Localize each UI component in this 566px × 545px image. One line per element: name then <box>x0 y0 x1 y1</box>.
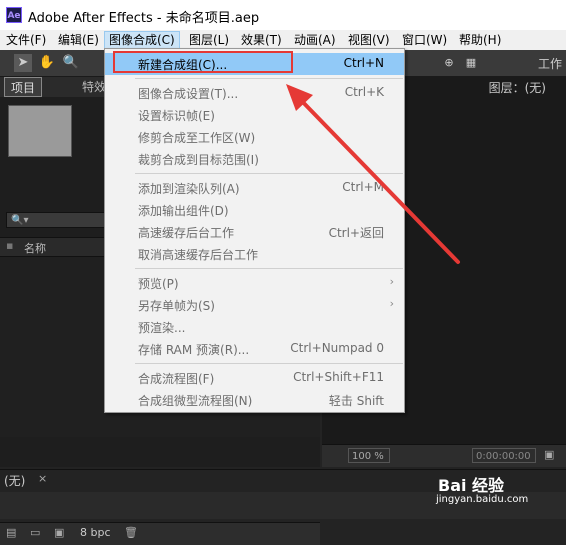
project-footer: ▤ ▭ ▣ 8 bpc 🗑 <box>0 522 320 545</box>
new-folder-icon[interactable]: ▭ <box>30 526 40 539</box>
bit-depth-label[interactable]: 8 bpc <box>80 526 111 539</box>
trash-icon[interactable]: 🗑 <box>124 526 138 539</box>
interpret-footage-icon[interactable]: ▤ <box>6 526 16 539</box>
annotation-arrow-icon <box>286 84 460 264</box>
new-composition-icon[interactable]: ▣ <box>54 526 64 539</box>
